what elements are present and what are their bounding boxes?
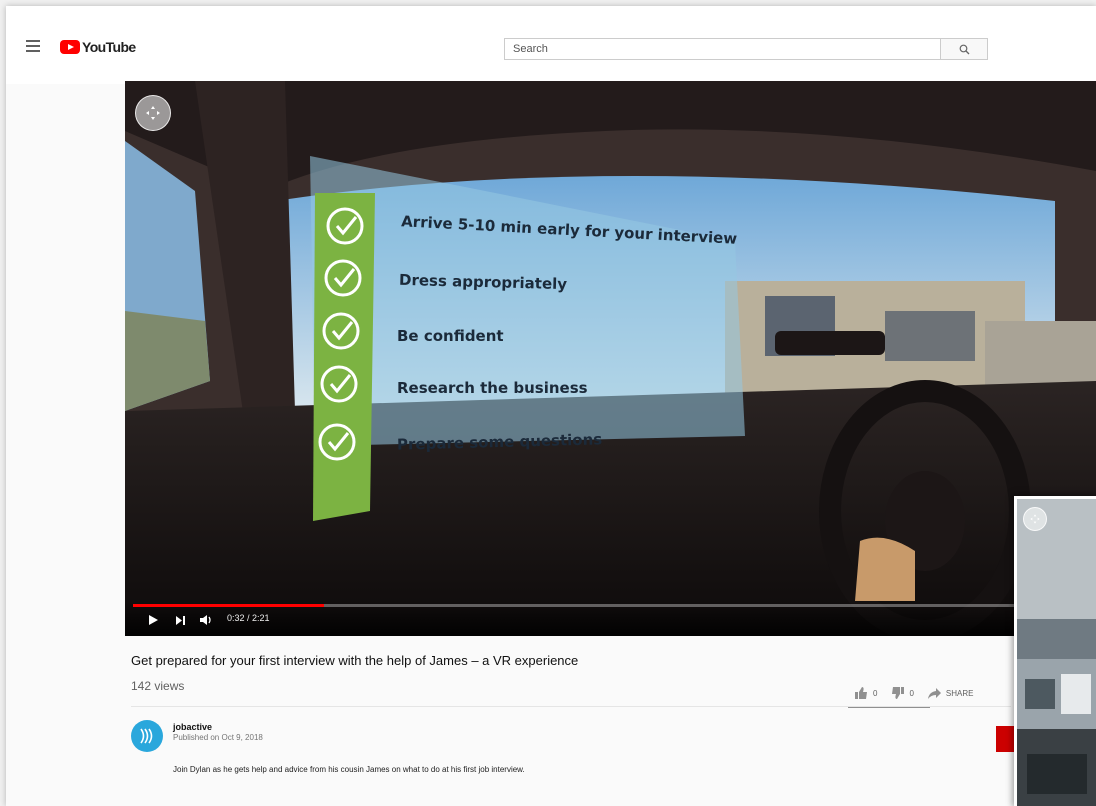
time-display: 0:32 / 2:21 xyxy=(227,613,270,623)
video-description: Join Dylan as he gets help and advice fr… xyxy=(173,765,525,774)
search-input[interactable] xyxy=(504,38,940,60)
dislike-count: 0 xyxy=(909,688,914,698)
share-button[interactable]: SHARE xyxy=(927,687,974,699)
play-button[interactable] xyxy=(147,612,159,628)
menu-icon[interactable] xyxy=(26,40,40,52)
360-navigation-control[interactable] xyxy=(135,95,171,131)
secondary-360-navigation-control[interactable] xyxy=(1023,507,1047,531)
checklist-item: Research the business xyxy=(397,379,588,397)
subscribe-button[interactable] xyxy=(996,726,1016,752)
like-count: 0 xyxy=(873,688,878,698)
volume-icon xyxy=(200,615,211,625)
divider xyxy=(131,706,1011,707)
channel-avatar[interactable] xyxy=(131,720,163,752)
next-icon xyxy=(176,615,185,625)
directional-arrows-icon xyxy=(146,106,160,120)
volume-button[interactable] xyxy=(199,612,213,628)
search-button[interactable] xyxy=(940,38,988,60)
video-player[interactable]: Arrive 5-10 min early for your interview… xyxy=(125,81,1096,636)
video-actions: 0 0 SHARE xyxy=(855,687,987,699)
secondary-video-frame xyxy=(1017,499,1096,806)
page: YouTube Search Arrive 5-10 min early for… xyxy=(6,6,1096,806)
play-icon xyxy=(149,615,158,625)
progress-fill xyxy=(133,604,324,607)
channel-name[interactable]: jobactive xyxy=(173,722,212,732)
checklist-item: Be confident xyxy=(397,327,504,345)
jobactive-logo-icon xyxy=(140,728,153,744)
directional-arrows-icon xyxy=(1030,514,1040,524)
video-title: Get prepared for your first interview wi… xyxy=(131,653,579,668)
player-controls: 0:32 / 2:21 CC xyxy=(125,602,1096,636)
masthead: YouTube xyxy=(6,6,1096,84)
video-frame xyxy=(125,81,1096,636)
next-button[interactable] xyxy=(175,612,186,628)
publish-date: Published on Oct 9, 2018 xyxy=(173,733,263,742)
dislike-button[interactable]: 0 xyxy=(891,687,914,699)
share-label: SHARE xyxy=(945,688,974,698)
secondary-vr-player[interactable] xyxy=(1014,496,1096,806)
share-icon xyxy=(927,687,941,699)
search-icon xyxy=(959,44,969,54)
logo-text: YouTube xyxy=(82,39,136,55)
progress-bar[interactable] xyxy=(133,604,1088,607)
thumbs-down-icon xyxy=(892,687,905,699)
like-button[interactable]: 0 xyxy=(855,687,877,699)
youtube-logo[interactable]: YouTube xyxy=(60,39,136,55)
play-logo-icon xyxy=(60,40,80,54)
thumbs-up-icon xyxy=(855,687,867,699)
search-bar xyxy=(504,38,988,60)
view-count: 142 views xyxy=(131,679,185,693)
